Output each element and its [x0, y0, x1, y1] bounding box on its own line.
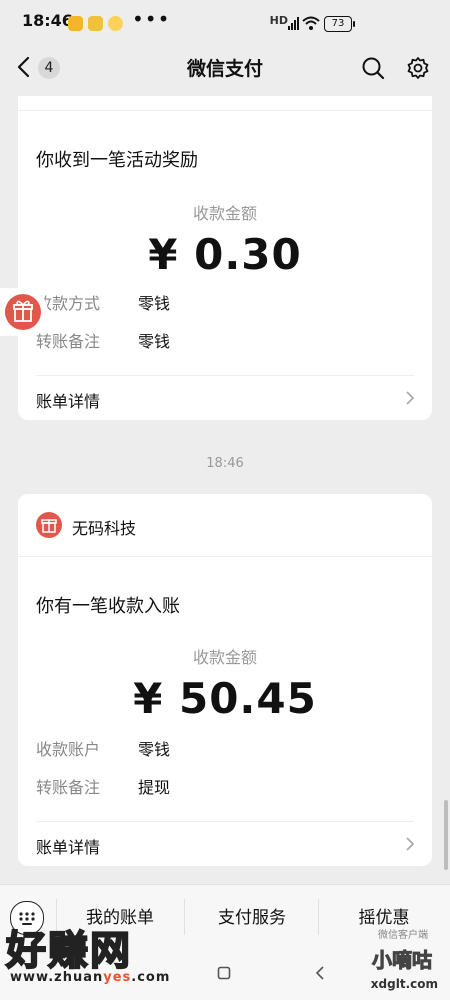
search-icon[interactable]	[361, 56, 385, 80]
card-heading: 你有一笔收款入账	[36, 596, 180, 617]
bill-detail-label: 账单详情	[36, 392, 101, 411]
floating-gift-button[interactable]	[0, 288, 48, 336]
signal-indicator: HD	[270, 14, 288, 27]
card-heading: 你收到一笔活动奖励	[36, 150, 198, 171]
status-bar: 18:46 ••• HD 73	[0, 0, 450, 40]
scrollbar[interactable]	[444, 800, 448, 870]
watermark-url-prefix: www.zhuan	[10, 970, 104, 985]
card-header-divider	[18, 110, 432, 111]
watermark-url-highlight: yes	[103, 970, 132, 985]
signal-icon	[288, 17, 299, 30]
tab-separator	[318, 899, 319, 935]
nav-bar: 4 微信支付	[0, 40, 450, 96]
row-value: 零钱	[138, 740, 171, 759]
chevron-right-icon	[406, 391, 415, 405]
notification-app-icon	[68, 16, 83, 31]
battery-icon: 73	[324, 16, 355, 32]
recents-icon[interactable]	[217, 966, 231, 980]
tab-separator	[184, 899, 185, 935]
amount-label: 收款金额	[192, 204, 257, 223]
watermark-url: www.zhuanyes.com	[10, 970, 170, 985]
row-value: 零钱	[138, 332, 171, 351]
settings-gear-icon[interactable]	[406, 56, 430, 80]
amount-value: ¥ 50.45	[133, 674, 317, 723]
merchant-header[interactable]: 无码科技	[18, 494, 432, 556]
merchant-gift-icon	[36, 512, 62, 538]
payment-notification-card: 无码科技 你有一笔收款入账 收款金额 ¥ 50.45 收款账户 零钱 转账备注 …	[18, 494, 432, 866]
more-notifications-icon: •••	[132, 7, 171, 31]
message-timestamp: 18:46	[206, 456, 244, 471]
watermark-brand: 小嘀咕	[372, 948, 433, 973]
status-time: 18:46	[22, 11, 73, 30]
gift-icon	[5, 294, 41, 330]
hd-label: HD	[269, 14, 288, 27]
notification-app-icon	[88, 16, 103, 31]
amount-value: ¥ 0.30	[148, 230, 302, 279]
chevron-right-icon	[406, 837, 415, 851]
tab-payment-services[interactable]: 支付服务	[192, 903, 312, 928]
notification-weibo-icon	[108, 16, 123, 31]
row-label: 转账备注	[36, 332, 101, 351]
row-value: 零钱	[138, 294, 171, 313]
row-value: 提现	[138, 778, 171, 797]
payment-notification-card: 你收到一笔活动奖励 收款金额 ¥ 0.30 收款方式 零钱 转账备注 零钱 账单…	[18, 96, 432, 420]
wifi-icon	[302, 16, 320, 30]
battery-level: 73	[331, 18, 345, 29]
amount-label: 收款金额	[192, 648, 257, 667]
merchant-name: 无码科技	[72, 519, 137, 538]
bill-detail-label: 账单详情	[36, 838, 101, 857]
row-label: 收款账户	[36, 740, 101, 759]
bill-detail-link[interactable]: 账单详情	[18, 376, 432, 420]
tab-shake-offers[interactable]: 摇优惠	[324, 903, 444, 928]
system-back-icon[interactable]	[314, 965, 326, 981]
card-header-divider	[18, 556, 432, 557]
watermark-caption: 微信客户端	[378, 930, 428, 941]
row-label: 转账备注	[36, 778, 101, 797]
watermark-logo-text: 好赚网	[5, 927, 132, 975]
bill-detail-link[interactable]: 账单详情	[18, 822, 432, 866]
watermark-url-suffix: .com	[131, 970, 171, 985]
watermark-brand-url: xdglt.com	[370, 977, 438, 991]
